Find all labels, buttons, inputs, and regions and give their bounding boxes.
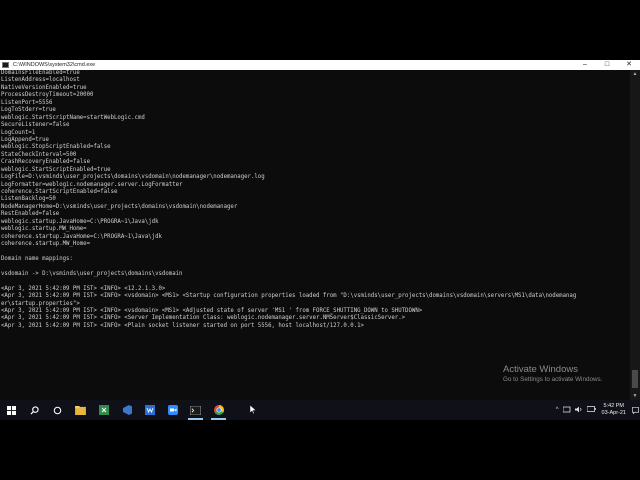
console-line: weblogic.StartScriptEnabled=true bbox=[1, 166, 111, 173]
console-line: ListenAddress=localhost bbox=[1, 77, 80, 84]
search-icon bbox=[30, 405, 39, 415]
chrome-button[interactable] bbox=[207, 400, 230, 420]
task-view-button[interactable] bbox=[46, 400, 69, 420]
start-icon bbox=[7, 405, 16, 415]
console-line: <Apr 3, 2021 5:42:09 PM IST> <INFO> <Pla… bbox=[1, 322, 364, 329]
console-line: coherence.startup.JavaHome=C:\PROGRA~1\J… bbox=[1, 233, 162, 240]
cmd-app-icon bbox=[2, 62, 9, 68]
console-line: <Apr 3, 2021 5:42:09 PM IST> <INFO> <vsd… bbox=[1, 293, 577, 300]
file-explorer-button[interactable] bbox=[69, 400, 92, 420]
excel-button[interactable] bbox=[92, 400, 115, 420]
zoom-button[interactable] bbox=[161, 400, 184, 420]
vs-icon bbox=[122, 405, 132, 415]
console-line: er\startup.properties"> bbox=[1, 300, 80, 307]
console-line: RestEnabled=false bbox=[1, 211, 60, 218]
task-view-icon bbox=[53, 406, 62, 414]
console-line: <Apr 3, 2021 5:42:09 PM IST> <INFO> <vsd… bbox=[1, 308, 423, 314]
watermark-title: Activate Windows bbox=[503, 364, 578, 375]
cmd-taskbar-button[interactable] bbox=[184, 400, 207, 420]
console-line: NodeManagerHome=D:\vsminds\user_projects… bbox=[1, 203, 238, 210]
console-line: LogCount=1 bbox=[1, 129, 36, 136]
tray-volume-icon[interactable] bbox=[573, 406, 585, 415]
console-line: LogToStderr=true bbox=[1, 107, 56, 114]
console-line: weblogic.StartScriptName=startWebLogic.c… bbox=[1, 114, 145, 121]
notification-button[interactable] bbox=[630, 400, 640, 420]
console-line: DomainsFileEnabled=true bbox=[1, 70, 80, 76]
desktop-screen: C:\WINDOWS\system32\cmd.exe – □ ✕ Domain… bbox=[0, 60, 640, 420]
clock-date: 03-Apr-21 bbox=[601, 410, 626, 416]
console-line: LogAppend=true bbox=[1, 136, 49, 143]
console-line: ListenPort=5556 bbox=[1, 99, 53, 106]
tray-chevron-icon[interactable]: ^ bbox=[554, 407, 561, 413]
activation-watermark: Activate Windows Go to Settings to activ… bbox=[503, 364, 602, 383]
console-line: Domain name mappings: bbox=[1, 255, 73, 262]
maximize-button[interactable]: □ bbox=[596, 60, 618, 70]
console-line: CrashRecoveryEnabled=false bbox=[1, 159, 91, 166]
system-tray: ^ 5:42 PM 03-Apr-21 bbox=[554, 400, 640, 420]
scrollbar-thumb[interactable] bbox=[632, 370, 638, 388]
window-titlebar[interactable]: C:\WINDOWS\system32\cmd.exe – □ ✕ bbox=[0, 60, 640, 70]
taskbar-clock[interactable]: 5:42 PM 03-Apr-21 bbox=[598, 403, 630, 417]
console-output[interactable]: DomainsFileEnabled=true ListenAddress=loc… bbox=[0, 70, 630, 400]
search-button[interactable] bbox=[23, 400, 46, 420]
notification-icon bbox=[631, 406, 639, 414]
console-line: coherence.StartScriptEnabled=false bbox=[1, 189, 118, 195]
visual-studio-button[interactable] bbox=[115, 400, 138, 420]
console-line: weblogic.StopScriptEnabled=false bbox=[1, 144, 111, 151]
console-line: <Apr 3, 2021 5:42:09 PM IST> <INFO> <12.… bbox=[1, 285, 166, 292]
chrome-icon bbox=[213, 405, 224, 415]
tray-battery-icon[interactable] bbox=[585, 406, 598, 414]
console-line: <Apr 3, 2021 5:42:09 PM IST> <INFO> <Ser… bbox=[1, 315, 406, 322]
vertical-scrollbar[interactable]: ▲ ▼ bbox=[630, 70, 640, 400]
console-line: weblogic.startup.MW_Home= bbox=[1, 226, 87, 233]
minimize-button[interactable]: – bbox=[574, 60, 596, 70]
word-button[interactable] bbox=[138, 400, 161, 420]
scroll-up-icon[interactable]: ▲ bbox=[630, 70, 640, 78]
console-line: NativeVersionEnabled=true bbox=[1, 84, 87, 91]
console-line: LogFile=D:\vsminds\user_projects\domains… bbox=[1, 174, 265, 181]
excel-icon bbox=[98, 405, 109, 415]
console-line: StateCheckInterval=500 bbox=[1, 151, 77, 158]
console-line: weblogic.startup.JavaHome=C:\PROGRA~1\Ja… bbox=[1, 218, 159, 225]
file-explorer-icon bbox=[75, 405, 86, 415]
mouse-cursor-icon bbox=[250, 405, 256, 414]
console-line: SecureListener=false bbox=[1, 122, 70, 129]
console-line: LogFormatter=weblogic.nodemanager.server… bbox=[1, 181, 183, 188]
start-button[interactable] bbox=[0, 400, 23, 420]
taskbar: ^ 5:42 PM 03-Apr-21 bbox=[0, 400, 640, 420]
tray-network-icon[interactable] bbox=[561, 406, 573, 415]
window-controls: – □ ✕ bbox=[574, 60, 640, 70]
clock-time: 5:42 PM bbox=[603, 403, 624, 409]
console-line: vsdomain -> D:\vsminds\user_projects\dom… bbox=[1, 270, 183, 277]
word-icon bbox=[144, 405, 155, 415]
cmd-icon bbox=[190, 405, 201, 415]
console-lines: DomainsFileEnabled=true ListenAddress=loc… bbox=[0, 70, 630, 330]
console-line: ListenBacklog=50 bbox=[1, 196, 56, 203]
console-line: coherence.startup.MW_Home= bbox=[1, 241, 91, 248]
window-title: C:\WINDOWS\system32\cmd.exe bbox=[13, 62, 96, 68]
watermark-subtitle: Go to Settings to activate Windows. bbox=[503, 376, 603, 383]
zoom-icon bbox=[167, 405, 178, 415]
close-button[interactable]: ✕ bbox=[618, 60, 640, 70]
console-line: ProcessDestroyTimeout=20000 bbox=[1, 92, 94, 99]
scroll-down-icon[interactable]: ▼ bbox=[630, 392, 640, 400]
